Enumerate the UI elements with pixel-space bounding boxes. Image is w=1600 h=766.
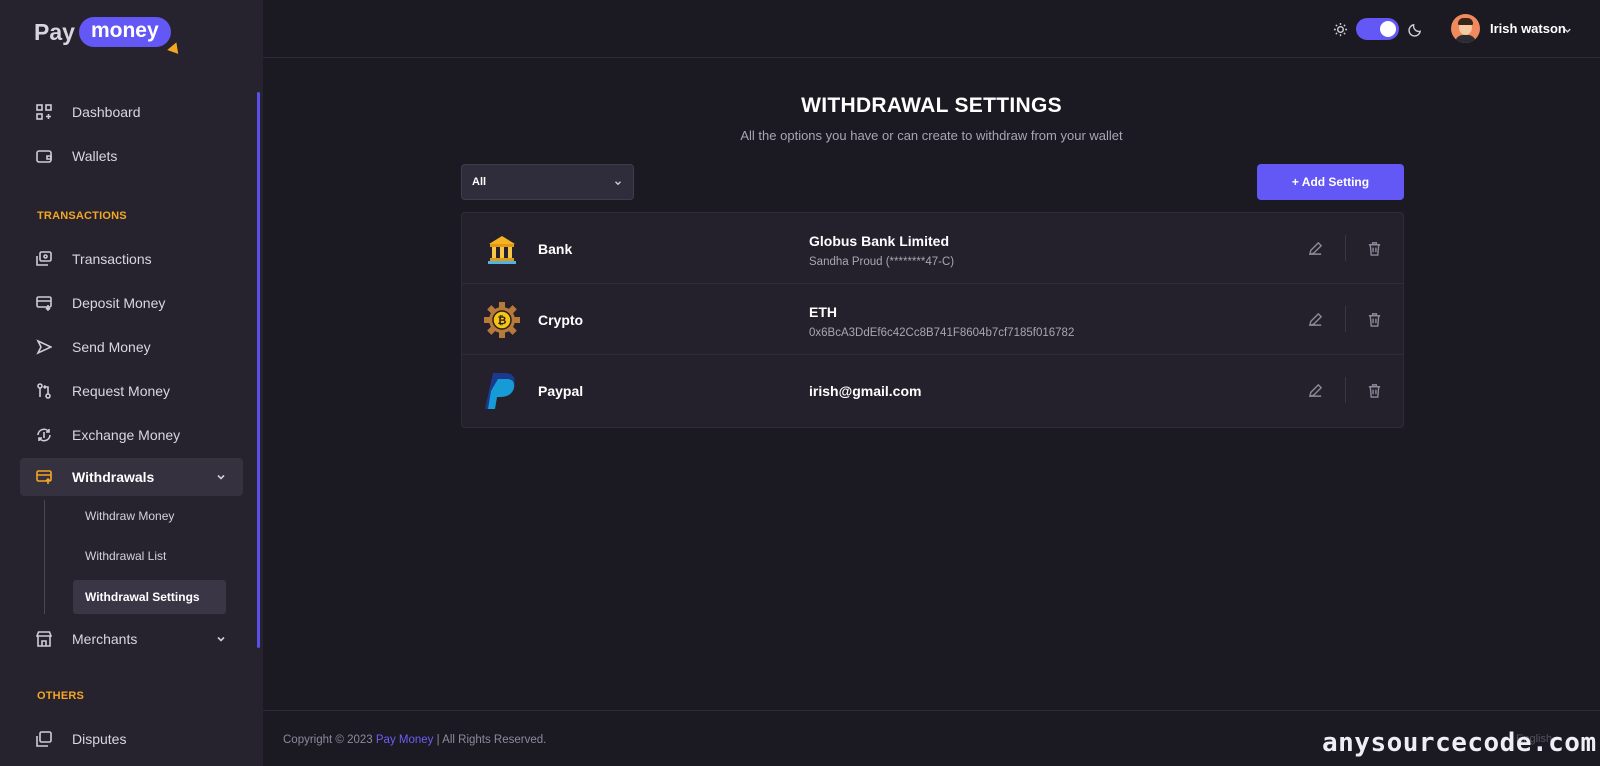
top-header: [263, 0, 1600, 58]
list-item: Paypal irish@gmail.com: [462, 355, 1403, 426]
sidebar-item-label: Transactions: [72, 251, 152, 267]
sidebar-item-request-money[interactable]: Request Money: [20, 372, 243, 410]
sidebar-subitem-withdrawal-settings[interactable]: Withdrawal Settings: [73, 580, 226, 614]
sidebar-item-label: Dashboard: [72, 104, 141, 120]
sidebar-item-dashboard[interactable]: Dashboard: [20, 93, 243, 131]
filter-value: All: [472, 176, 487, 188]
sidebar-subitem-withdrawal-list[interactable]: Withdrawal List: [73, 539, 226, 573]
sidebar-item-wallets[interactable]: Wallets: [20, 137, 243, 175]
setting-type: Crypto: [538, 312, 584, 328]
action-divider: [1345, 377, 1346, 403]
setting-main-detail: ETH: [809, 304, 837, 320]
user-name[interactable]: Irish watson: [1490, 21, 1566, 36]
page-title: WITHDRAWAL SETTINGS: [801, 94, 1062, 117]
chevron-down-icon: [613, 178, 623, 191]
moon-icon[interactable]: [1408, 22, 1423, 42]
trash-icon[interactable]: [1367, 312, 1382, 332]
avatar-hair: [1458, 18, 1473, 25]
add-setting-button[interactable]: + Add Setting: [1257, 164, 1404, 200]
request-icon: [36, 383, 52, 399]
submenu-line: [44, 500, 45, 614]
svg-text:₿: ₿: [498, 314, 507, 327]
sidebar-item-disputes[interactable]: Disputes: [20, 720, 243, 758]
sidebar-item-label: Wallets: [72, 148, 118, 164]
setting-sub-detail: 0x6BcA3DdEf6c42Cc8B741F8604b7cf7185f0167…: [809, 327, 1075, 339]
avatar[interactable]: [1451, 14, 1480, 43]
sidebar-item-send-money[interactable]: Send Money: [20, 328, 243, 366]
watermark-text: anysourcecode.com: [1322, 728, 1597, 758]
sidebar-item-label: Merchants: [72, 631, 138, 647]
section-label-others: OTHERS: [37, 690, 85, 702]
withdrawals-icon: [36, 469, 52, 485]
crypto-icon: ₿: [482, 300, 522, 340]
setting-type: Paypal: [538, 383, 584, 399]
setting-sub-detail: Sandha Proud (********47-C): [809, 256, 955, 268]
sidebar-item-label: Exchange Money: [72, 427, 181, 443]
sidebar-item-label: Request Money: [72, 383, 171, 399]
sidebar-item-transactions[interactable]: Transactions: [20, 240, 243, 278]
toggle-knob: [1380, 21, 1396, 37]
transactions-icon: [36, 251, 52, 267]
list-item: Bank Globus Bank Limited Sandha Proud (*…: [462, 213, 1403, 284]
sidebar-item-label: Disputes: [72, 731, 127, 747]
withdrawal-settings-list: Bank Globus Bank Limited Sandha Proud (*…: [461, 212, 1404, 428]
merchants-icon: [36, 631, 52, 647]
bank-icon: [482, 229, 522, 269]
sidebar: Pay money Dashboard Wallets TRANSACTIONS…: [0, 0, 263, 766]
dashboard-icon: [36, 104, 52, 120]
chevron-down-icon: [215, 470, 227, 486]
edit-icon[interactable]: [1308, 312, 1323, 332]
setting-main-detail: Globus Bank Limited: [809, 233, 950, 249]
theme-toggle[interactable]: [1356, 18, 1399, 40]
logo-money-badge: money: [78, 17, 183, 58]
exchange-icon: [36, 427, 52, 443]
edit-icon[interactable]: [1308, 383, 1323, 403]
avatar-body: [1455, 35, 1476, 43]
sidebar-scrollbar[interactable]: [257, 92, 260, 648]
chevron-down-icon[interactable]: [1562, 23, 1573, 41]
edit-icon[interactable]: [1308, 241, 1323, 261]
sidebar-item-label: Deposit Money: [72, 295, 166, 311]
paypal-icon: [482, 371, 522, 411]
logo-pay-text: Pay: [34, 18, 75, 45]
sidebar-item-withdrawals[interactable]: Withdrawals: [20, 458, 243, 496]
filter-select[interactable]: All: [461, 164, 634, 200]
sidebar-subitem-withdraw-money[interactable]: Withdraw Money: [73, 499, 226, 533]
setting-main-detail: irish@gmail.com: [809, 383, 922, 399]
sun-icon[interactable]: [1333, 22, 1348, 42]
sidebar-item-label: Send Money: [72, 339, 151, 355]
action-divider: [1345, 235, 1346, 261]
copyright-prefix: Copyright © 2023: [283, 734, 373, 746]
page-subtitle: All the options you have or can create t…: [740, 128, 1123, 143]
chevron-down-icon: [215, 632, 227, 648]
trash-icon[interactable]: [1367, 241, 1382, 261]
app-logo[interactable]: Pay money: [34, 16, 183, 58]
deposit-icon: [36, 295, 52, 311]
cursor-icon: [166, 42, 183, 58]
logo-money-text: money: [90, 19, 159, 42]
wallet-icon: [36, 148, 52, 164]
section-label-transactions: TRANSACTIONS: [37, 210, 127, 222]
trash-icon[interactable]: [1367, 383, 1382, 403]
disputes-icon: [36, 731, 52, 747]
action-divider: [1345, 306, 1346, 332]
copyright-suffix: | All Rights Reserved.: [436, 734, 547, 746]
sidebar-item-label: Withdrawals: [72, 469, 155, 485]
setting-type: Bank: [538, 241, 573, 257]
sidebar-item-merchants[interactable]: Merchants: [20, 620, 243, 658]
send-icon: [36, 339, 52, 355]
copyright-text: Copyright © 2023 Pay Money | All Rights …: [283, 734, 546, 746]
footer-brand-link[interactable]: Pay Money: [376, 734, 434, 746]
sidebar-item-deposit-money[interactable]: Deposit Money: [20, 284, 243, 322]
list-item: ₿ Crypto ETH 0x6BcA3DdEf6c42Cc8B741F8604…: [462, 284, 1403, 355]
sidebar-item-exchange-money[interactable]: Exchange Money: [20, 416, 243, 454]
